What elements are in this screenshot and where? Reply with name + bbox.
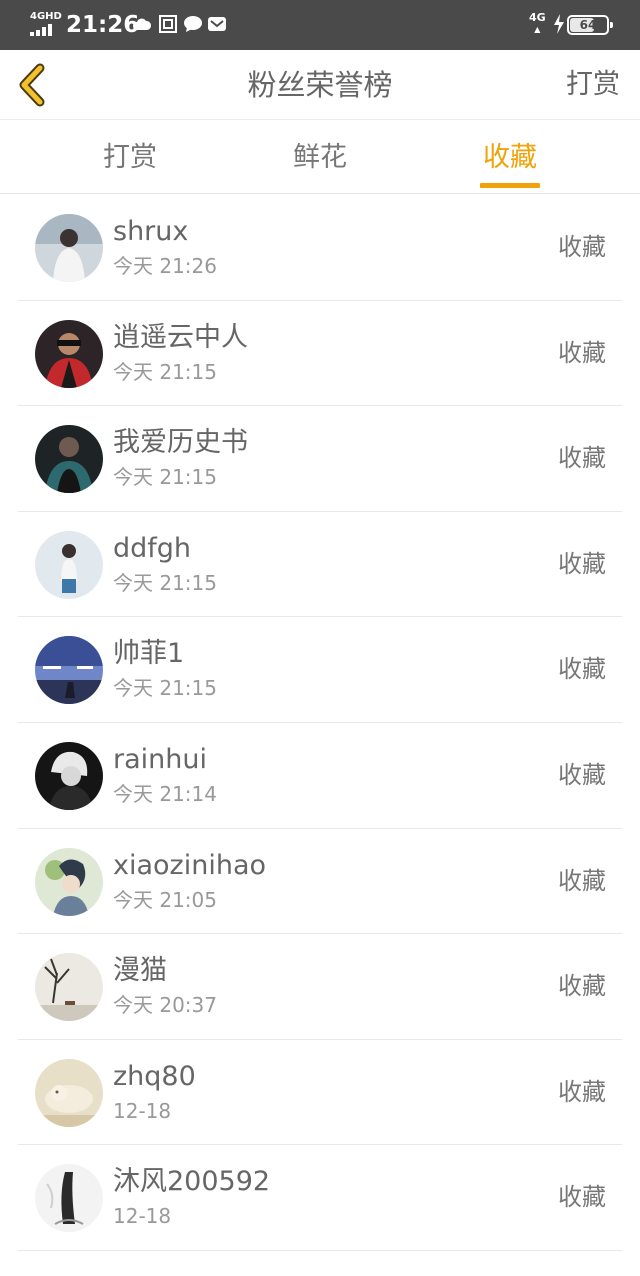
chat-bubble-icon (184, 16, 202, 32)
page-title: 粉丝荣誉榜 (247, 68, 393, 102)
list-item[interactable]: 沐风200592 12-18 收藏 (18, 1145, 622, 1251)
battery-icon: 64 (567, 15, 613, 35)
list-item[interactable]: xiaozinihao 今天 21:05 收藏 (18, 829, 622, 935)
action-type: 收藏 (558, 760, 606, 789)
timestamp: 今天 20:37 (113, 993, 217, 1018)
list-item[interactable]: ddfgh 今天 21:15 收藏 (18, 512, 622, 618)
status-bar: 4GHD 21:26 4G ▲ 64 (0, 0, 640, 50)
avatar (35, 425, 103, 494)
cloud-icon (133, 18, 152, 30)
timestamp: 今天 21:15 (113, 570, 217, 595)
user-name: 逍遥云中人 (113, 321, 248, 353)
tab-reward[interactable]: 打赏 (70, 121, 190, 194)
avatar (35, 741, 103, 810)
cellular-signal-icon: 4GHD (30, 11, 62, 36)
status-time: 21:26 (66, 12, 140, 38)
user-name: zhq80 (113, 1060, 196, 1092)
user-name: 沐风200592 (113, 1166, 271, 1198)
user-name: ddfgh (113, 532, 192, 564)
tab-bar: 打赏 鲜花 收藏 (0, 121, 640, 194)
mail-icon (208, 17, 226, 31)
action-type: 收藏 (558, 233, 606, 261)
timestamp: 12-18 (113, 1098, 172, 1123)
reward-button[interactable]: 打赏 (566, 50, 620, 120)
battery-level: 64 (579, 18, 597, 32)
user-name: 漫猫 (113, 955, 167, 987)
mobile-data-label: 4G (529, 11, 546, 24)
action-type: 收藏 (558, 866, 606, 895)
tab-label: 收藏 (483, 142, 537, 173)
charging-bolt-icon (554, 14, 564, 34)
avatar (35, 319, 103, 388)
action-type: 收藏 (558, 338, 606, 367)
user-name: xiaozinihao (113, 849, 267, 881)
avatar (35, 1164, 103, 1233)
mobile-data-icon: 4G ▲ (529, 11, 546, 35)
timestamp: 12-18 (113, 1204, 172, 1229)
timestamp: 今天 21:14 (113, 781, 217, 806)
timestamp: 今天 21:15 (113, 676, 217, 701)
network-type: 4GHD (30, 11, 62, 22)
fan-list: shrux 今天 21:26 收藏 逍遥云中人 今天 21:15 收藏 我爱历史… (0, 195, 640, 1251)
user-name: shrux (113, 216, 189, 247)
list-item[interactable]: 帅菲1 今天 21:15 收藏 (18, 617, 622, 723)
avatar (35, 953, 103, 1022)
user-name: rainhui (113, 743, 207, 775)
list-item[interactable]: 我爱历史书 今天 21:15 收藏 (18, 406, 622, 512)
list-item[interactable]: shrux 今天 21:26 收藏 (18, 195, 622, 301)
list-item[interactable]: 逍遥云中人 今天 21:15 收藏 (18, 301, 622, 407)
action-type: 收藏 (558, 1077, 606, 1106)
avatar (35, 214, 103, 282)
timestamp: 今天 21:26 (113, 254, 217, 278)
action-type: 收藏 (558, 1183, 606, 1212)
action-type: 收藏 (558, 972, 606, 1001)
avatar (35, 1058, 103, 1127)
tab-flowers[interactable]: 鲜花 (260, 121, 380, 194)
tab-favorites[interactable]: 收藏 (450, 121, 570, 194)
avatar (35, 636, 103, 705)
tab-label: 鲜花 (293, 142, 347, 173)
list-item[interactable]: zhq80 12-18 收藏 (18, 1040, 622, 1146)
avatar (35, 530, 103, 599)
top-navigation-bar: 粉丝荣誉榜 打赏 (0, 50, 640, 120)
active-tab-indicator (480, 183, 540, 188)
app-notification-icon (159, 15, 177, 33)
list-item[interactable]: 漫猫 今天 20:37 收藏 (18, 934, 622, 1040)
user-name: 帅菲1 (113, 638, 185, 670)
tab-label: 打赏 (103, 142, 157, 173)
list-item[interactable]: rainhui 今天 21:14 收藏 (18, 723, 622, 829)
action-type: 收藏 (558, 549, 606, 578)
user-name: 我爱历史书 (113, 427, 248, 459)
action-type: 收藏 (558, 655, 606, 684)
avatar (35, 847, 103, 916)
timestamp: 今天 21:05 (113, 887, 217, 912)
timestamp: 今天 21:15 (113, 359, 217, 384)
timestamp: 今天 21:15 (113, 465, 217, 490)
action-type: 收藏 (558, 444, 606, 473)
